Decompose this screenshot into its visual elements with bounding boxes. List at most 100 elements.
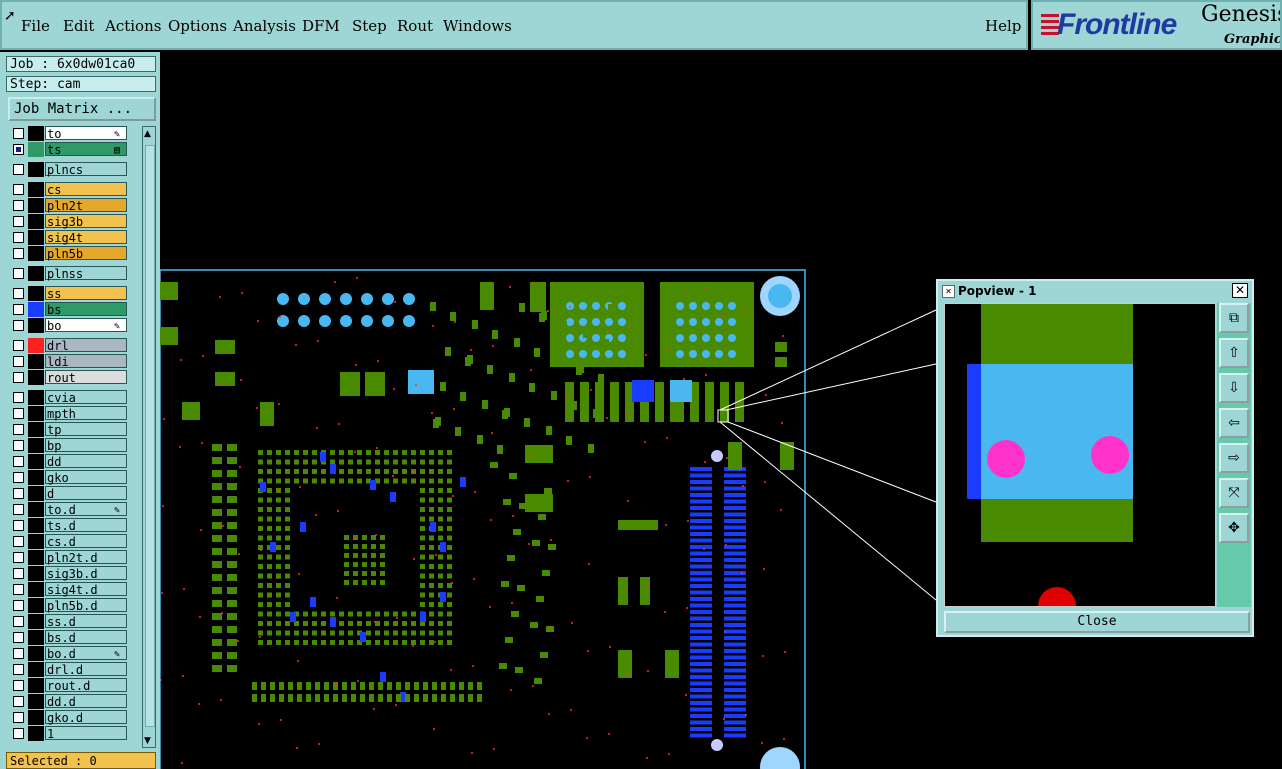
layer-name[interactable]: cs.d [45, 534, 127, 549]
layer-color-swatch[interactable] [28, 566, 44, 581]
layer-row-dd-d[interactable]: dd.d [8, 694, 130, 709]
layer-checkbox[interactable] [13, 488, 24, 499]
menu-windows[interactable]: Windows [443, 17, 512, 35]
layer-checkbox[interactable] [13, 164, 24, 175]
layer-name[interactable]: ts ▤ [45, 142, 127, 157]
layer-name[interactable]: pln2t.d [45, 550, 127, 565]
layer-checkbox[interactable] [13, 392, 24, 403]
layer-checkbox[interactable] [13, 440, 24, 451]
layer-color-swatch[interactable] [28, 162, 44, 177]
scroll-thumb[interactable] [145, 145, 155, 727]
layer-row-bo[interactable]: bo ✎ [8, 318, 130, 333]
layer-name[interactable]: sig4t [45, 230, 127, 245]
layer-row-gko-d[interactable]: gko.d [8, 710, 130, 725]
layer-color-swatch[interactable] [28, 534, 44, 549]
layer-color-swatch[interactable] [28, 678, 44, 693]
layer-name[interactable]: bo.d ✎ [45, 646, 127, 661]
layer-checkbox[interactable] [13, 648, 24, 659]
layer-checkbox[interactable] [13, 632, 24, 643]
layer-row-d[interactable]: d [8, 486, 130, 501]
layer-color-swatch[interactable] [28, 246, 44, 261]
layer-name[interactable]: ts.d [45, 518, 127, 533]
layer-checkbox[interactable] [13, 268, 24, 279]
close-button[interactable]: Close [944, 611, 1250, 633]
layer-checkbox[interactable] [13, 144, 24, 155]
layer-row-1[interactable]: 1 [8, 726, 130, 741]
layer-name[interactable]: mpth [45, 406, 127, 421]
layer-color-swatch[interactable] [28, 502, 44, 517]
layer-row-bp[interactable]: bp [8, 438, 130, 453]
layer-row-ldi[interactable]: ldi [8, 354, 130, 369]
layer-row-sig3b-d[interactable]: sig3b.d [8, 566, 130, 581]
layer-row-drl[interactable]: drl [8, 338, 130, 353]
layer-name[interactable]: dd [45, 454, 127, 469]
layer-color-swatch[interactable] [28, 354, 44, 369]
layer-color-swatch[interactable] [28, 318, 44, 333]
menu-dfm[interactable]: DFM [302, 17, 340, 35]
layer-checkbox[interactable] [13, 424, 24, 435]
layer-row-cs[interactable]: cs [8, 182, 130, 197]
layer-row-pln5b[interactable]: pln5b [8, 246, 130, 261]
pan-left-icon[interactable]: ⇦ [1219, 408, 1249, 438]
layer-name[interactable]: plncs [45, 162, 127, 177]
layer-name[interactable]: sig3b [45, 214, 127, 229]
layer-name[interactable]: d [45, 486, 127, 501]
layer-row-pln2t-d[interactable]: pln2t.d [8, 550, 130, 565]
layer-name[interactable]: rout.d [45, 678, 127, 693]
layer-name[interactable]: pln2t [45, 198, 127, 213]
layer-name[interactable]: bo ✎ [45, 318, 127, 333]
layer-row-cs-d[interactable]: cs.d [8, 534, 130, 549]
layer-checkbox[interactable] [13, 408, 24, 419]
layer-checkbox[interactable] [13, 536, 24, 547]
layer-color-swatch[interactable] [28, 286, 44, 301]
layer-checkbox[interactable] [13, 304, 24, 315]
layer-row-pln2t[interactable]: pln2t [8, 198, 130, 213]
layer-checkbox[interactable] [13, 504, 24, 515]
layer-row-to[interactable]: to ✎ [8, 126, 130, 141]
layer-checkbox[interactable] [13, 372, 24, 383]
layer-checkbox[interactable] [13, 356, 24, 367]
layer-checkbox[interactable] [13, 664, 24, 675]
pan-right-icon[interactable]: ⇨ [1219, 443, 1249, 473]
layer-checkbox[interactable] [13, 568, 24, 579]
layer-name[interactable]: gko.d [45, 710, 127, 725]
layer-name[interactable]: bp [45, 438, 127, 453]
layer-name[interactable]: tp [45, 422, 127, 437]
layer-name[interactable]: gko [45, 470, 127, 485]
menu-actions[interactable]: Actions [105, 17, 161, 35]
layer-row-sig4t-d[interactable]: sig4t.d [8, 582, 130, 597]
layer-row-plnss[interactable]: plnss [8, 266, 130, 281]
layer-checkbox[interactable] [13, 184, 24, 195]
layer-checkbox[interactable] [13, 248, 24, 259]
layer-color-swatch[interactable] [28, 230, 44, 245]
layer-name[interactable]: drl.d [45, 662, 127, 677]
layer-color-swatch[interactable] [28, 454, 44, 469]
layer-checkbox[interactable] [13, 616, 24, 627]
layer-color-swatch[interactable] [28, 338, 44, 353]
close-icon[interactable]: ✕ [1232, 283, 1248, 298]
layer-color-swatch[interactable] [28, 142, 44, 157]
popview-titlebar[interactable]: ✕ Popview - 1 [940, 283, 1250, 299]
layer-checkbox[interactable] [13, 600, 24, 611]
menu-rout[interactable]: Rout [397, 17, 433, 35]
layer-name[interactable]: plnss [45, 266, 127, 281]
layer-color-swatch[interactable] [28, 582, 44, 597]
pan-down-icon[interactable]: ⇩ [1219, 373, 1249, 403]
layer-row-dd[interactable]: dd [8, 454, 130, 469]
layer-name[interactable]: sig3b.d [45, 566, 127, 581]
layer-scrollbar[interactable]: ▲ ▼ [142, 126, 156, 748]
layer-checkbox[interactable] [13, 128, 24, 139]
layer-color-swatch[interactable] [28, 422, 44, 437]
layer-name[interactable]: ss [45, 286, 127, 301]
popview-canvas[interactable] [944, 303, 1216, 607]
layer-name[interactable]: sig4t.d [45, 582, 127, 597]
layer-checkbox[interactable] [13, 472, 24, 483]
layer-name[interactable]: pln5b.d [45, 598, 127, 613]
layer-checkbox[interactable] [13, 696, 24, 707]
layer-color-swatch[interactable] [28, 126, 44, 141]
zoom-window-icon[interactable]: ⧉ [1219, 303, 1249, 333]
zoom-in-icon[interactable]: ✥ [1219, 513, 1249, 543]
layer-row-cvia[interactable]: cvia [8, 390, 130, 405]
layer-row-mpth[interactable]: mpth [8, 406, 130, 421]
layer-color-swatch[interactable] [28, 266, 44, 281]
